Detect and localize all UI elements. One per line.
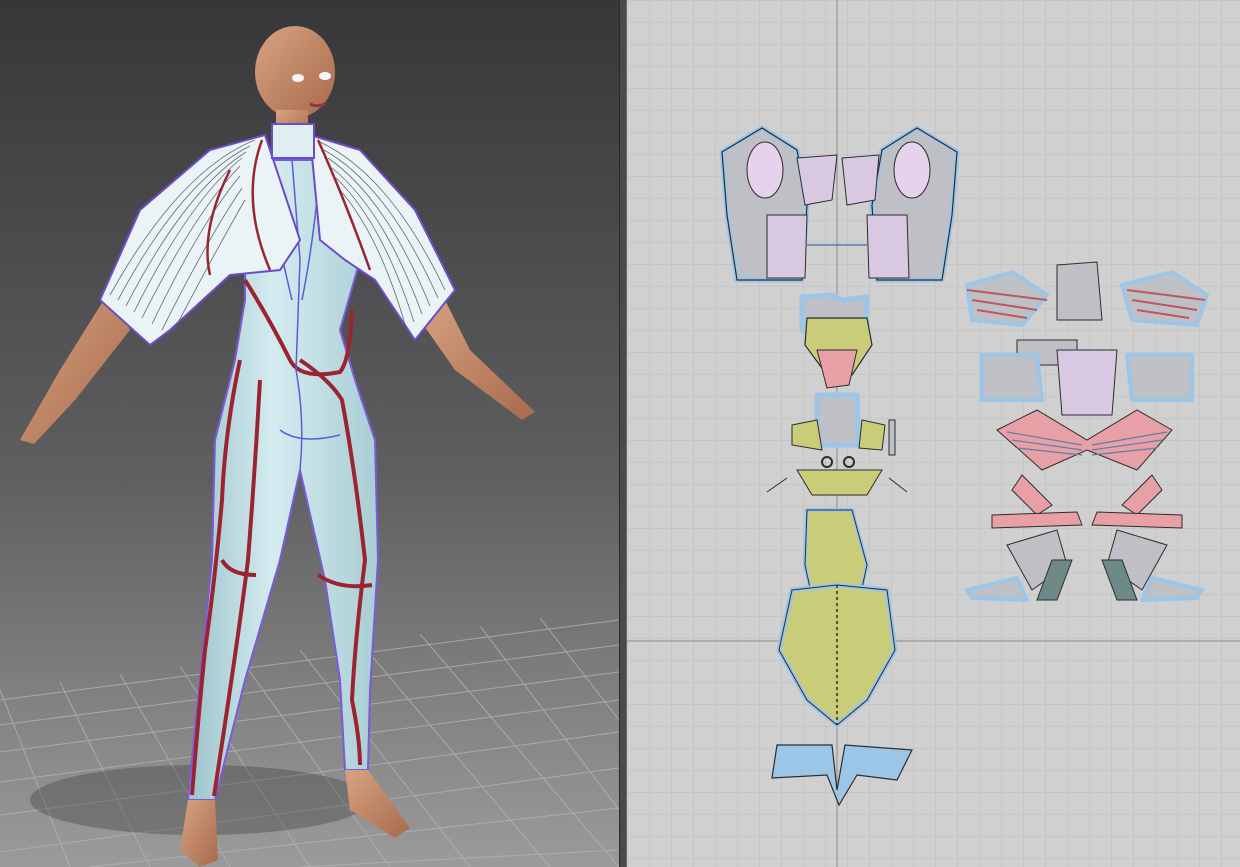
- pattern-canvas[interactable]: [627, 0, 1240, 867]
- avatar-3d-viewport[interactable]: [0, 0, 619, 867]
- collar: [271, 123, 315, 159]
- avatar-3d-canvas[interactable]: [0, 0, 619, 867]
- pattern-2d-viewport[interactable]: [627, 0, 1240, 867]
- app-window: [0, 0, 1240, 867]
- view-splitter[interactable]: [619, 0, 627, 867]
